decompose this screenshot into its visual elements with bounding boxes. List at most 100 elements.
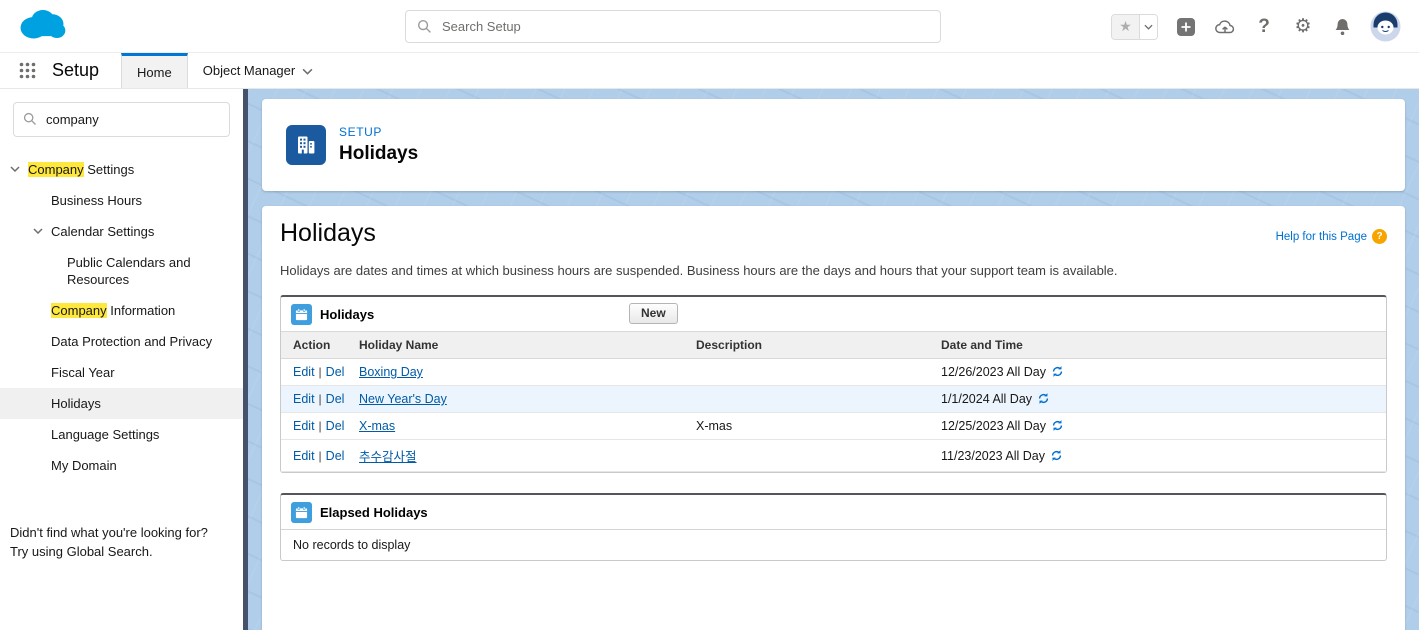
global-search xyxy=(405,10,941,43)
main-title: Holidays xyxy=(280,219,376,247)
action-cell: Edit | Del xyxy=(281,385,347,413)
sidebar-item-my-domain[interactable]: My Domain xyxy=(0,450,243,481)
page-header-eyebrow: SETUP xyxy=(339,125,383,139)
company-building-icon xyxy=(286,125,326,165)
sidebar-item-fiscal-year[interactable]: Fiscal Year xyxy=(0,357,243,388)
holidays-section-header: Holidays New xyxy=(281,297,1386,331)
sidebar-footer-line1: Didn't find what you're looking for? xyxy=(10,525,208,540)
tab-object-manager[interactable]: Object Manager xyxy=(188,53,329,88)
date-cell: 12/25/2023 All Day xyxy=(929,412,1386,440)
help-question-icon: ? xyxy=(1372,229,1387,244)
description-cell xyxy=(684,358,929,386)
action-cell: Edit | Del xyxy=(281,439,347,472)
del-link[interactable]: Del xyxy=(326,419,345,433)
sidebar-item-business-hours[interactable]: Business Hours xyxy=(0,185,243,216)
sidebar-item-company-information[interactable]: Company Information xyxy=(0,295,243,326)
chevron-down-icon[interactable] xyxy=(10,161,28,172)
app-name: Setup xyxy=(52,60,100,80)
elapsed-holidays-section: Elapsed Holidays No records to display xyxy=(280,493,1387,561)
edit-link[interactable]: Edit xyxy=(293,419,315,433)
edit-link[interactable]: Edit xyxy=(293,392,315,406)
sidebar-item-label: Business Hours xyxy=(51,193,143,208)
column-date-and-time: Date and Time xyxy=(929,331,1386,359)
upload-cloud-icon[interactable] xyxy=(1214,16,1236,38)
sidebar-item-holidays[interactable]: Holidays xyxy=(0,388,243,419)
table-row: Edit | Del Boxing Day 12/26/2023 All Day xyxy=(281,358,1386,386)
sidebar-item-label: My Domain xyxy=(51,458,117,473)
sidebar-item-calendar-settings[interactable]: Calendar Settings xyxy=(0,216,243,247)
quick-find xyxy=(13,102,230,137)
holidays-section-title: Holidays xyxy=(320,306,375,322)
global-actions-icon[interactable] xyxy=(1175,16,1197,38)
holiday-name-link[interactable]: 추수감사절 xyxy=(359,450,417,464)
setup-gear-icon[interactable]: ⚙ xyxy=(1292,16,1314,38)
app-body: Company Settings Business Hours Calendar… xyxy=(0,89,1419,630)
chevron-down-icon[interactable] xyxy=(33,223,51,234)
holidays-table: Action Holiday Name Description Date and… xyxy=(281,331,1386,472)
elapsed-holidays-title: Elapsed Holidays xyxy=(320,504,428,520)
page-description: Holidays are dates and times at which bu… xyxy=(280,263,1118,278)
calendar-icon xyxy=(291,501,312,523)
quick-find-input[interactable] xyxy=(13,102,230,137)
header-actions: ★ ? ⚙ xyxy=(1111,0,1401,53)
recurring-icon xyxy=(1051,449,1062,461)
table-header-row: Action Holiday Name Description Date and… xyxy=(281,331,1386,359)
app-launcher-icon[interactable] xyxy=(10,53,44,88)
action-separator: | xyxy=(318,365,322,379)
sidebar-item-label: Public Calendars and Resources xyxy=(67,255,191,287)
help-for-this-page-link[interactable]: Help for this Page ? xyxy=(1276,229,1387,244)
favorites-dropdown-icon[interactable] xyxy=(1139,14,1157,39)
sidebar-item-label: Holidays xyxy=(51,396,101,411)
date-cell: 11/23/2023 All Day xyxy=(929,439,1386,472)
tab-home[interactable]: Home xyxy=(121,53,188,88)
sidebar-item-data-protection[interactable]: Data Protection and Privacy xyxy=(0,326,243,357)
tab-home-label: Home xyxy=(137,64,172,80)
help-icon[interactable]: ? xyxy=(1253,16,1275,38)
del-link[interactable]: Del xyxy=(326,365,345,379)
sidebar-item-company-settings[interactable]: Company Settings xyxy=(0,154,243,185)
action-cell: Edit | Del xyxy=(281,412,347,440)
holiday-name-link[interactable]: Boxing Day xyxy=(359,365,423,379)
notifications-bell-icon[interactable] xyxy=(1331,16,1353,38)
action-separator: | xyxy=(318,392,322,406)
action-cell: Edit | Del xyxy=(281,358,347,386)
recurring-icon xyxy=(1038,393,1049,404)
edit-link[interactable]: Edit xyxy=(293,365,315,379)
sidebar-footer-line2: Try using Global Search. xyxy=(10,544,153,559)
action-separator: | xyxy=(318,419,322,433)
table-row: Edit | Del X-mas X-mas 12/25/2023 All Day xyxy=(281,412,1386,440)
holidays-section: Holidays New Action Holiday Name Descrip… xyxy=(280,295,1387,473)
user-avatar[interactable] xyxy=(1370,11,1401,42)
page-header-text: SETUP Holidays xyxy=(339,125,418,165)
del-link[interactable]: Del xyxy=(326,449,345,463)
page-title: Holidays xyxy=(339,143,419,164)
main-title-row: Holidays Help for this Page ? xyxy=(280,219,1387,248)
page-header-card: SETUP Holidays xyxy=(262,99,1405,191)
search-icon xyxy=(23,112,37,129)
global-search-input[interactable] xyxy=(405,10,941,43)
date-cell: 1/1/2024 All Day xyxy=(929,385,1386,413)
tab-object-manager-label: Object Manager xyxy=(202,63,296,78)
sidebar-item-label: Data Protection and Privacy xyxy=(51,334,213,349)
table-row: Edit | Del New Year's Day 1/1/2024 All Day xyxy=(281,385,1386,413)
sidebar-item-label: Fiscal Year xyxy=(51,365,115,380)
date-cell: 12/26/2023 All Day xyxy=(929,358,1386,386)
favorites-group: ★ xyxy=(1111,13,1158,40)
sidebar-item-label: Company Information xyxy=(51,303,176,318)
setup-sidebar: Company Settings Business Hours Calendar… xyxy=(0,89,243,630)
salesforce-logo xyxy=(14,4,70,49)
description-cell xyxy=(684,385,929,413)
new-holiday-button[interactable]: New xyxy=(629,303,678,324)
sidebar-item-public-calendars[interactable]: Public Calendars and Resources xyxy=(0,247,243,295)
setup-nav-bar: Setup Home Object Manager xyxy=(0,53,1419,89)
sidebar-item-label: Language Settings xyxy=(51,427,160,442)
del-link[interactable]: Del xyxy=(326,392,345,406)
favorites-star-icon[interactable]: ★ xyxy=(1112,14,1139,39)
edit-link[interactable]: Edit xyxy=(293,449,315,463)
holiday-name-link[interactable]: New Year's Day xyxy=(359,392,447,406)
holiday-name-link[interactable]: X-mas xyxy=(359,419,395,433)
sidebar-item-label: Company Settings xyxy=(28,162,135,177)
recurring-icon xyxy=(1052,366,1063,377)
description-cell: X-mas xyxy=(684,412,929,440)
sidebar-item-language-settings[interactable]: Language Settings xyxy=(0,419,243,450)
